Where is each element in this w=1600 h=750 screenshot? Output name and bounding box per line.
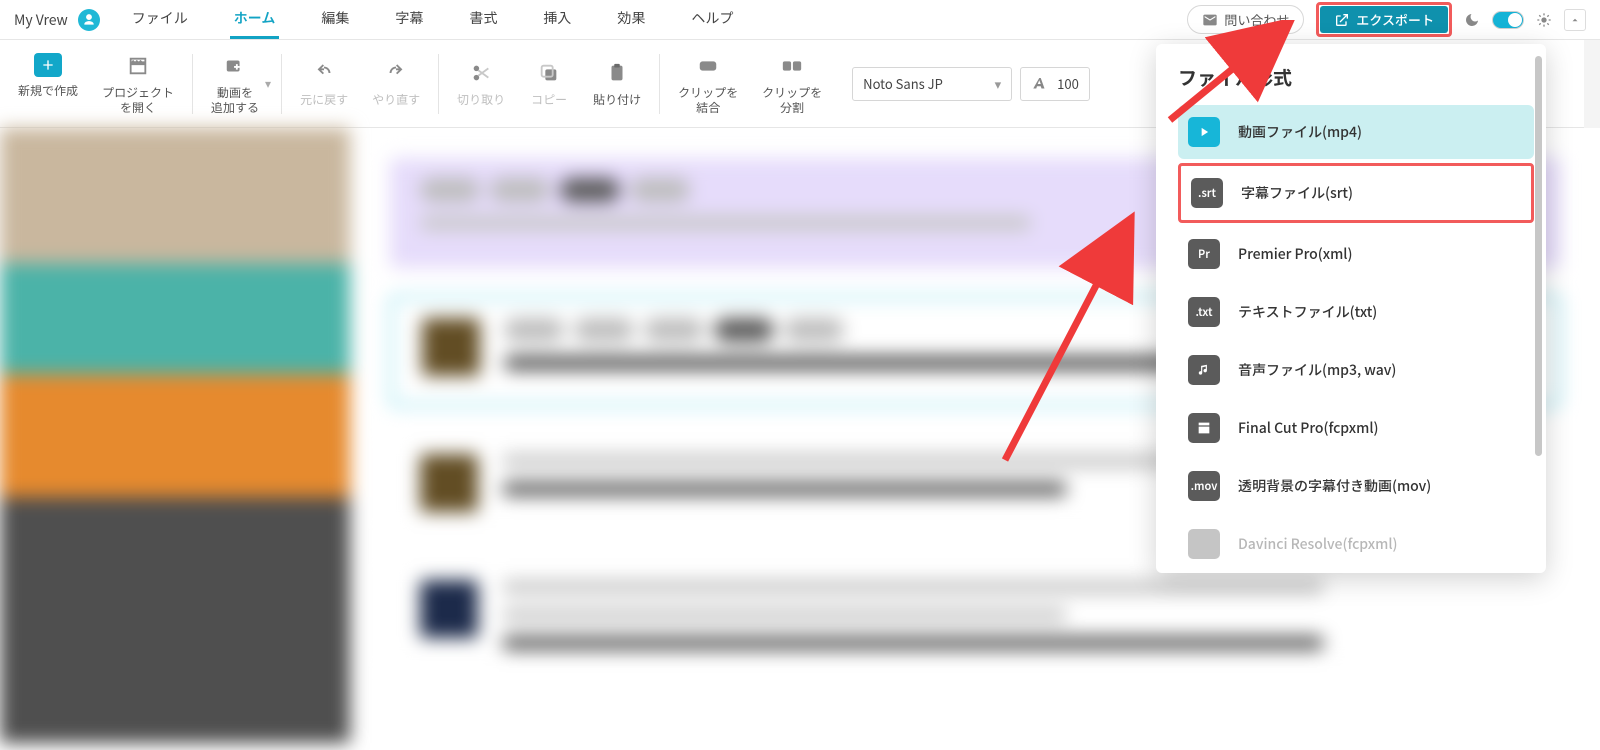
export-item-fcp[interactable]: Final Cut Pro(fcpxml) — [1178, 401, 1534, 455]
add-video-button[interactable]: 動画を 追加する — [199, 47, 271, 121]
export-panel: ファイル形式 動画ファイル(mp4) .srt 字幕ファイル(srt) Pr P… — [1156, 44, 1546, 573]
avatar[interactable] — [78, 9, 100, 31]
copy-button[interactable]: コピー — [517, 54, 581, 113]
menu-format[interactable]: 書式 — [465, 0, 501, 39]
contact-label: 問い合わせ — [1224, 10, 1289, 29]
user-icon — [82, 13, 96, 27]
menu-effect[interactable]: 効果 — [613, 0, 649, 39]
clapper-icon — [127, 55, 149, 77]
export-item-premiere[interactable]: Pr Premier Pro(xml) — [1178, 227, 1534, 281]
davinci-badge — [1188, 529, 1220, 559]
menu-subtitle[interactable]: 字幕 — [391, 0, 427, 39]
export-button[interactable]: エクスポート — [1320, 6, 1448, 33]
export-item-srt-highlight: .srt 字幕ファイル(srt) — [1178, 163, 1534, 223]
font-family-select[interactable]: Noto Sans JP ▾ — [852, 67, 1012, 101]
export-button-highlight: エクスポート — [1316, 2, 1452, 37]
txt-badge: .txt — [1188, 297, 1220, 327]
video-plus-icon — [224, 55, 246, 77]
menu-home[interactable]: ホーム — [230, 0, 280, 39]
plus-icon — [40, 57, 56, 73]
export-item-mov[interactable]: .mov 透明背景の字幕付き動画(mov) — [1178, 459, 1534, 513]
cut-button[interactable]: 切り取り — [445, 54, 517, 113]
open-project-button[interactable]: プロジェクト を開く — [90, 47, 186, 121]
sun-icon — [1536, 12, 1552, 28]
collapse-button[interactable] — [1564, 9, 1586, 31]
copy-icon — [538, 62, 560, 84]
undo-button[interactable]: 元に戻す — [288, 54, 360, 113]
font-size-input[interactable]: 100 — [1020, 67, 1090, 101]
contact-button[interactable]: 問い合わせ — [1187, 5, 1304, 34]
pr-badge: Pr — [1188, 239, 1220, 269]
srt-badge: .srt — [1191, 178, 1223, 208]
export-item-mp4[interactable]: 動画ファイル(mp4) — [1178, 105, 1534, 159]
export-panel-title: ファイル形式 — [1178, 64, 1534, 91]
redo-button[interactable]: やり直す — [360, 54, 432, 113]
font-size-icon — [1031, 75, 1049, 93]
menu-help[interactable]: ヘルプ — [687, 0, 737, 39]
export-label: エクスポート — [1356, 10, 1434, 29]
export-icon — [1334, 12, 1350, 28]
export-item-txt[interactable]: .txt テキストファイル(txt) — [1178, 285, 1534, 339]
clipboard-icon — [606, 62, 628, 84]
split-clip-button[interactable]: クリップを 分割 — [750, 47, 834, 121]
chevron-up-icon — [1570, 15, 1580, 25]
menu-bar: My Vrew ファイル ホーム 編集 字幕 書式 挿入 効果 ヘルプ 問い合わ… — [0, 0, 1600, 40]
menu-edit[interactable]: 編集 — [317, 0, 353, 39]
add-video-caret[interactable]: ▾ — [265, 75, 271, 92]
clapper-icon — [1188, 413, 1220, 443]
menu-file[interactable]: ファイル — [128, 0, 192, 39]
export-item-audio[interactable]: 音声ファイル(mp3, wav) — [1178, 343, 1534, 397]
export-format-list: 動画ファイル(mp4) .srt 字幕ファイル(srt) Pr Premier … — [1178, 105, 1534, 565]
export-item-srt[interactable]: .srt 字幕ファイル(srt) — [1181, 166, 1531, 220]
panel-scrollbar[interactable] — [1535, 56, 1542, 456]
chevron-down-icon: ▾ — [995, 74, 1002, 93]
split-icon — [781, 55, 803, 77]
brand-label: My Vrew — [14, 10, 68, 30]
music-icon — [1188, 355, 1220, 385]
redo-icon — [385, 62, 407, 84]
window-scrollbar[interactable] — [1584, 40, 1600, 128]
menu-insert[interactable]: 挿入 — [539, 0, 575, 39]
mail-icon — [1202, 12, 1218, 28]
undo-icon — [313, 62, 335, 84]
export-item-davinci[interactable]: Davinci Resolve(fcpxml) — [1178, 517, 1534, 565]
new-button[interactable]: 新規で作成 — [6, 47, 90, 104]
font-family-value: Noto Sans JP — [863, 74, 943, 93]
merge-clip-button[interactable]: クリップを 結合 — [666, 47, 750, 121]
merge-icon — [697, 55, 719, 77]
menu-items: ファイル ホーム 編集 字幕 書式 挿入 効果 ヘルプ — [128, 0, 738, 39]
moon-icon — [1464, 12, 1480, 28]
play-icon — [1188, 117, 1220, 147]
mov-badge: .mov — [1188, 471, 1220, 501]
scissors-icon — [470, 62, 492, 84]
font-size-value: 100 — [1057, 74, 1079, 93]
paste-button[interactable]: 貼り付け — [581, 54, 653, 113]
theme-toggle[interactable] — [1492, 11, 1524, 29]
